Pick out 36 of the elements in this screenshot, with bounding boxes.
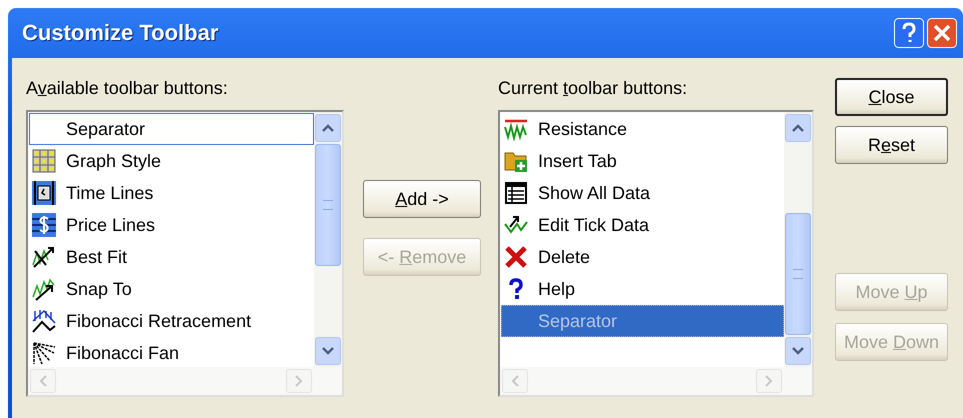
list-item[interactable]: Separator [29, 113, 314, 145]
window-title: Customize Toolbar [22, 20, 218, 46]
table-icon [504, 181, 528, 205]
list-item[interactable]: Delete [501, 241, 784, 273]
list-item[interactable]: Show All Data [501, 177, 784, 209]
list-item[interactable]: Fibonacci Retracement [29, 305, 314, 337]
list-item[interactable]: Resistance [501, 113, 784, 145]
list-item[interactable]: Insert Tab [501, 145, 784, 177]
list-item[interactable]: Best Fit [29, 241, 314, 273]
clock-icon [32, 181, 56, 205]
list-item[interactable]: Time Lines [29, 177, 314, 209]
help-icon[interactable] [894, 18, 924, 48]
close-button[interactable]: Close [835, 78, 948, 116]
list-item[interactable]: Help [501, 273, 784, 305]
resistance-icon [504, 117, 528, 141]
list-item[interactable]: Fibonacci Fan [29, 337, 314, 367]
reset-button[interactable]: Reset [835, 126, 948, 164]
trend-lines-icon [32, 245, 56, 269]
vertical-scrollbar[interactable] [314, 112, 342, 367]
list-item[interactable]: Graph Style [29, 145, 314, 177]
list-label: Available toolbar buttons: [26, 77, 229, 100]
vertical-scrollbar[interactable] [784, 112, 812, 367]
zigzag-arrow-icon [32, 277, 56, 301]
scroll-thumb[interactable] [785, 213, 811, 335]
close-icon[interactable] [927, 18, 957, 48]
grid-icon [32, 149, 56, 173]
retracement-icon [32, 309, 56, 333]
list-item[interactable]: Price Lines [29, 209, 314, 241]
delete-icon [504, 245, 528, 269]
scroll-thumb[interactable] [315, 144, 341, 266]
list-item[interactable]: Edit Tick Data [501, 209, 784, 241]
list-label: Current toolbar buttons: [498, 77, 688, 100]
dollar-icon [32, 213, 56, 237]
list-item[interactable]: Snap To [29, 273, 314, 305]
add-button[interactable]: Add -> [363, 180, 481, 218]
fan-lines-icon [32, 341, 56, 365]
